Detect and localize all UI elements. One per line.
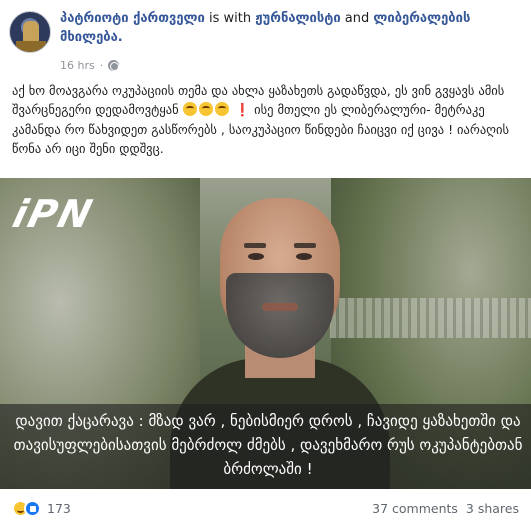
dot-separator: · bbox=[99, 59, 104, 72]
post-stats: 37 comments 3 shares bbox=[372, 501, 519, 516]
globe-icon[interactable] bbox=[108, 60, 120, 71]
avatar-figure bbox=[23, 21, 39, 43]
person-left-eye bbox=[248, 253, 264, 260]
grinning-emoji-icon bbox=[198, 102, 213, 117]
author-avatar[interactable] bbox=[9, 11, 51, 53]
author-name[interactable]: პატრიოტი ქართველი bbox=[60, 11, 205, 26]
post-header: პატრიოტი ქართველი is with ჟურნალისტი and… bbox=[60, 9, 520, 47]
photo-caption: დავით ქაცარავა : მზად ვარ , ნებისმიერ დრ… bbox=[13, 412, 523, 478]
grinning-emoji-icon bbox=[182, 102, 197, 117]
person-beard bbox=[226, 273, 334, 358]
with-text: is with bbox=[208, 11, 252, 26]
photo-fence bbox=[330, 298, 531, 338]
comments-count[interactable]: 37 comments bbox=[372, 501, 458, 516]
reactions-summary[interactable]: 173 bbox=[12, 500, 71, 517]
person-right-brow bbox=[294, 243, 316, 248]
post-footer: 173 37 comments 3 shares bbox=[0, 489, 531, 529]
exclamation-emoji-icon: ❗ bbox=[234, 102, 251, 118]
grinning-emoji-icon bbox=[214, 102, 229, 117]
post-text: აქ ხო მოავგარა ოკუპაციის თემა და ახლა ყა… bbox=[12, 81, 518, 159]
avatar-base bbox=[16, 41, 46, 52]
facebook-post: პატრიოტი ქართველი is with ჟურნალისტი and… bbox=[0, 0, 531, 529]
like-icon bbox=[24, 500, 41, 517]
post-meta: 16 hrs · bbox=[60, 59, 120, 72]
post-photo[interactable]: iPN დავით ქაცარავა : მზად ვარ , ნებისმიე… bbox=[0, 178, 531, 489]
person-mouth bbox=[262, 303, 298, 311]
post-timestamp[interactable]: 16 hrs bbox=[60, 59, 95, 72]
shares-count[interactable]: 3 shares bbox=[466, 501, 519, 516]
tagged-user-1[interactable]: ჟურნალისტი bbox=[255, 11, 340, 26]
ipn-logo: iPN bbox=[8, 192, 99, 236]
person-right-eye bbox=[296, 253, 312, 260]
and-text: and bbox=[344, 11, 370, 26]
person-left-brow bbox=[244, 243, 266, 248]
reaction-count[interactable]: 173 bbox=[47, 501, 71, 516]
